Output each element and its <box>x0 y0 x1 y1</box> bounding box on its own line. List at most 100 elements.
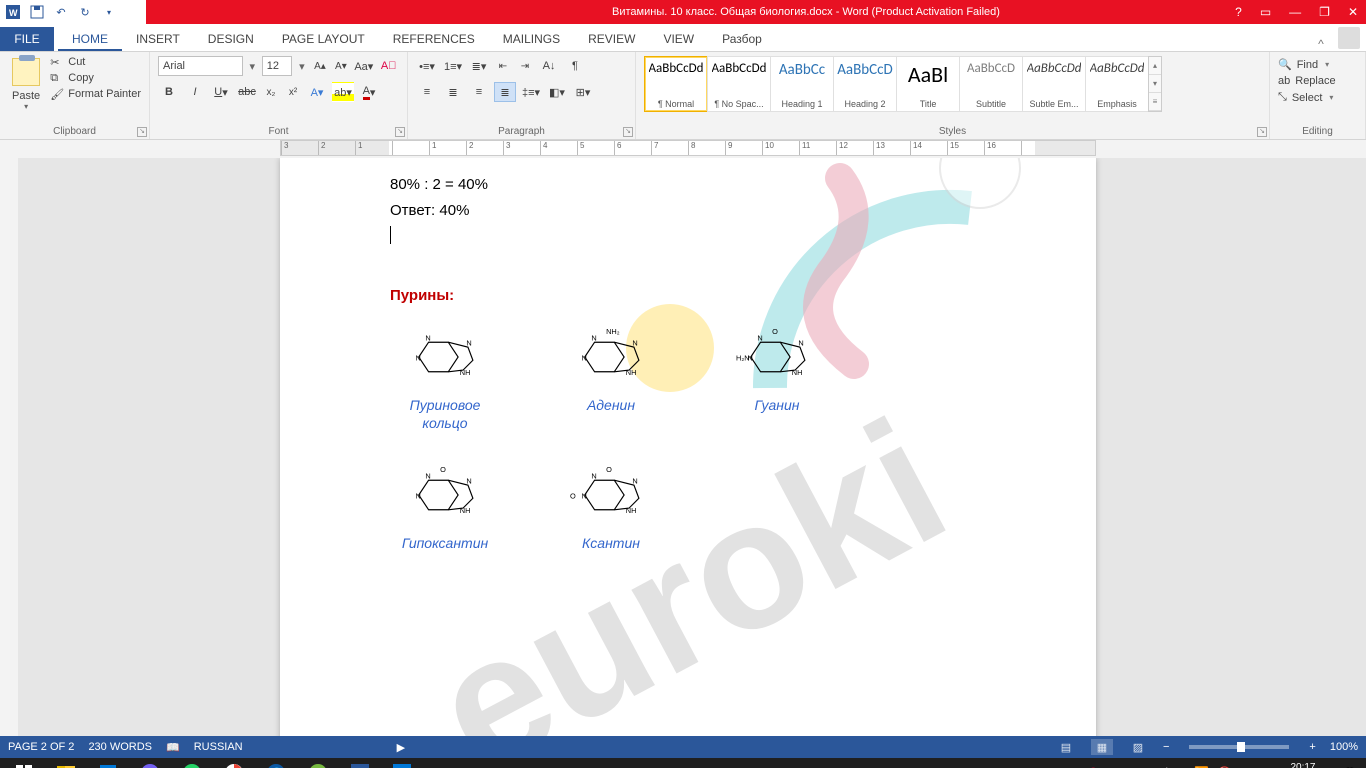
borders-button[interactable]: ⊞▾ <box>572 82 594 102</box>
decrease-indent-button[interactable]: ⇤ <box>494 56 512 76</box>
tab-razbor[interactable]: Разбор <box>708 27 776 51</box>
tab-home[interactable]: HOME <box>58 27 122 51</box>
clear-formatting-button[interactable]: A⃠ <box>378 56 399 76</box>
strikethrough-button[interactable]: abc <box>236 82 258 102</box>
status-page[interactable]: PAGE 2 OF 2 <box>8 741 74 753</box>
numbering-button[interactable]: 1≡▾ <box>442 56 464 76</box>
start-button[interactable] <box>4 758 44 768</box>
grow-font-button[interactable]: A▴ <box>312 56 329 76</box>
bold-button[interactable]: B <box>158 82 180 102</box>
style-subtle-em-[interactable]: AaBbCcDdSubtle Em... <box>1022 56 1086 112</box>
taskbar-edge-icon[interactable] <box>256 758 296 768</box>
zoom-level[interactable]: 100% <box>1330 741 1358 753</box>
font-dialog-launcher[interactable]: ↘ <box>395 127 405 137</box>
find-button[interactable]: 🔍Find▾ <box>1278 58 1357 71</box>
align-center-button[interactable]: ≣ <box>442 82 464 102</box>
page[interactable]: euroki 80% : 2 = 40% Ответ: 40% Пурины: … <box>280 158 1096 736</box>
increase-indent-button[interactable]: ⇥ <box>516 56 534 76</box>
chem-item[interactable]: NNNNHNH₂Аденин <box>556 324 666 432</box>
chem-item[interactable]: NNNNHOOКсантин <box>556 462 666 552</box>
font-color-button[interactable]: A▾ <box>358 82 380 102</box>
chem-item[interactable]: NNNNHOH₂NГуанин <box>722 324 832 432</box>
format-painter-button[interactable]: 🖌Format Painter <box>50 88 141 100</box>
styles-scroll[interactable]: ▴▾≡ <box>1148 56 1162 112</box>
view-print-icon[interactable]: ▦ <box>1091 739 1113 755</box>
close-icon[interactable]: ✕ <box>1344 5 1362 19</box>
save-icon[interactable] <box>30 5 44 19</box>
taskbar-photos-icon[interactable] <box>382 758 422 768</box>
tray-beats-icon[interactable]: ⓑ <box>1087 765 1099 768</box>
tab-insert[interactable]: INSERT <box>122 27 194 51</box>
status-proofing-icon[interactable]: 📖 <box>166 741 180 754</box>
superscript-button[interactable]: x² <box>284 82 302 102</box>
taskbar-explorer-icon[interactable] <box>46 758 86 768</box>
tab-design[interactable]: DESIGN <box>194 27 268 51</box>
italic-button[interactable]: I <box>184 82 206 102</box>
tab-mailings[interactable]: MAILINGS <box>489 27 574 51</box>
text-cursor-line[interactable] <box>390 223 1006 249</box>
style-subtitle[interactable]: AaBbCcDSubtitle <box>959 56 1023 112</box>
tab-file[interactable]: FILE <box>0 27 54 51</box>
status-macro-icon[interactable]: ▶ <box>397 741 405 754</box>
status-words[interactable]: 230 WORDS <box>88 741 152 753</box>
tab-review[interactable]: REVIEW <box>574 27 649 51</box>
subscript-button[interactable]: x₂ <box>262 82 280 102</box>
chevron-down-icon[interactable]: ▾ <box>296 60 307 73</box>
clipboard-dialog-launcher[interactable]: ↘ <box>137 127 147 137</box>
heading-purines[interactable]: Пурины: <box>390 283 1006 309</box>
style--normal[interactable]: AaBbCcDd¶ Normal <box>644 56 708 112</box>
zoom-in-button[interactable]: + <box>1309 741 1315 753</box>
show-marks-button[interactable]: ¶ <box>564 56 586 76</box>
zoom-out-button[interactable]: − <box>1163 741 1169 753</box>
taskbar-clock[interactable]: 20:17 23.03.2021 <box>1270 762 1336 768</box>
chem-item[interactable]: NNNNHOГипоксантин <box>390 462 500 552</box>
ruler-horizontal[interactable]: 3211234567891011121314151618 <box>0 140 1366 158</box>
user-avatar[interactable] <box>1338 27 1360 49</box>
text-effects-button[interactable]: A▾ <box>306 82 328 102</box>
multilevel-button[interactable]: ≣▾ <box>468 56 490 76</box>
style-emphasis[interactable]: AaBbCcDdEmphasis <box>1085 56 1149 112</box>
tab-view[interactable]: VIEW <box>649 27 708 51</box>
paragraph-dialog-launcher[interactable]: ↘ <box>623 127 633 137</box>
change-case-button[interactable]: Aa▾ <box>353 56 374 76</box>
document-area[interactable]: euroki 80% : 2 = 40% Ответ: 40% Пурины: … <box>0 158 1366 736</box>
view-read-icon[interactable]: ▤ <box>1055 739 1077 755</box>
taskbar-chrome-icon[interactable] <box>214 758 254 768</box>
action-center-icon[interactable]: 💬 <box>1338 758 1362 768</box>
taskbar-viber-icon[interactable]: ✆ <box>130 758 170 768</box>
undo-icon[interactable]: ↶ <box>54 5 68 19</box>
shrink-font-button[interactable]: A▾ <box>332 56 349 76</box>
style-heading-2[interactable]: AaBbCcDHeading 2 <box>833 56 897 112</box>
styles-dialog-launcher[interactable]: ↘ <box>1257 127 1267 137</box>
copy-button[interactable]: ⧉Copy <box>50 72 141 84</box>
maximize-icon[interactable]: ❐ <box>1315 5 1334 19</box>
taskbar-whatsapp-icon[interactable]: ✆ <box>172 758 212 768</box>
view-web-icon[interactable]: ▨ <box>1127 739 1149 755</box>
align-left-button[interactable]: ≡ <box>416 82 438 102</box>
font-size-combo[interactable]: 12 <box>262 56 293 76</box>
replace-button[interactable]: abReplace <box>1278 75 1357 87</box>
taskbar-word-icon[interactable]: W <box>340 758 380 768</box>
status-language[interactable]: RUSSIAN <box>194 741 243 753</box>
taskbar-store-icon[interactable] <box>88 758 128 768</box>
redo-icon[interactable]: ↻ <box>78 5 92 19</box>
minimize-icon[interactable]: — <box>1285 5 1305 19</box>
ruler-vertical[interactable] <box>0 158 18 736</box>
line-spacing-button[interactable]: ‡≡▾ <box>520 82 542 102</box>
shading-button[interactable]: ◧▾ <box>546 82 568 102</box>
style-heading-1[interactable]: AaBbCcHeading 1 <box>770 56 834 112</box>
chevron-down-icon[interactable]: ▾ <box>247 60 258 73</box>
text-line[interactable]: Ответ: 40% <box>390 198 1006 224</box>
chem-item[interactable]: NNNNHПуриновоекольцо <box>390 324 500 432</box>
style--no-spac-[interactable]: AaBbCcDd¶ No Spac... <box>707 56 771 112</box>
highlight-button[interactable]: ab▾ <box>332 82 354 102</box>
bullets-button[interactable]: •≡▾ <box>416 56 438 76</box>
sort-button[interactable]: A↓ <box>538 56 560 76</box>
help-icon[interactable]: ? <box>1231 5 1246 19</box>
cut-button[interactable]: ✂Cut <box>50 56 141 68</box>
tab-references[interactable]: REFERENCES <box>379 27 489 51</box>
font-name-combo[interactable]: Arial <box>158 56 243 76</box>
qat-more-icon[interactable]: ▾ <box>102 5 116 19</box>
underline-button[interactable]: U▾ <box>210 82 232 102</box>
ribbon-display-icon[interactable]: ▭ <box>1256 5 1275 19</box>
